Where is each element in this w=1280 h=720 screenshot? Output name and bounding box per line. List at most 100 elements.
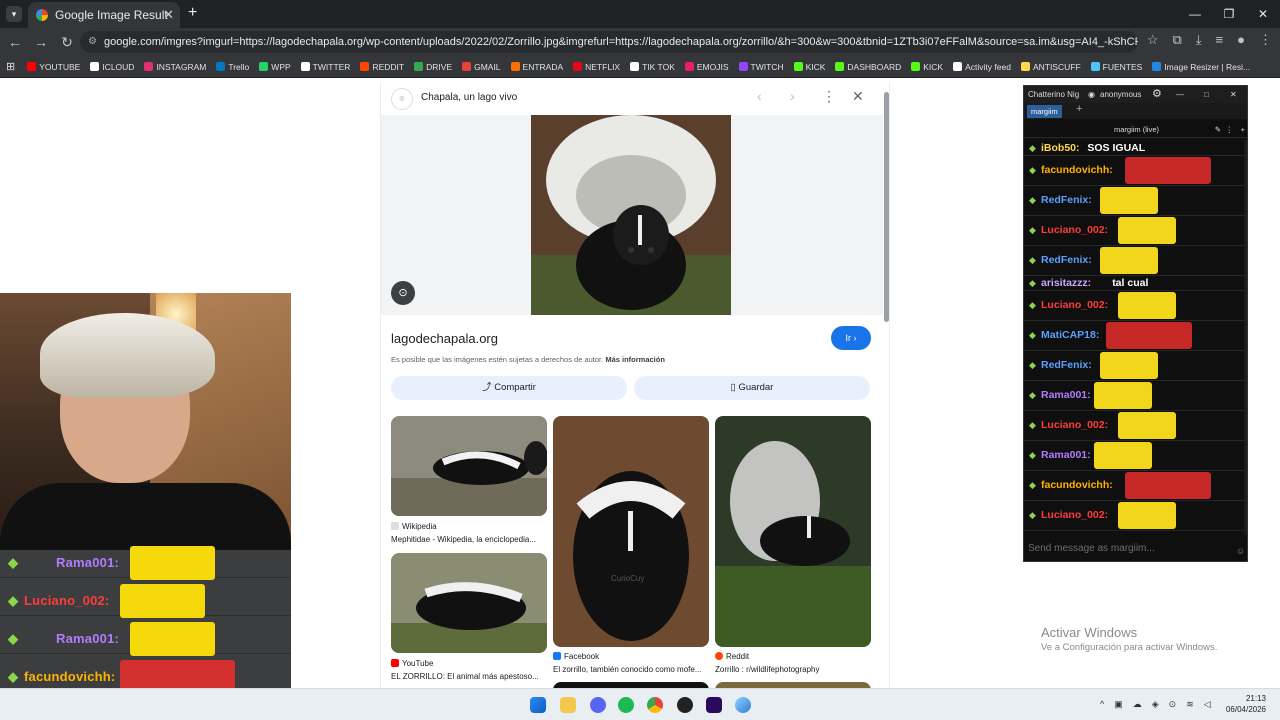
chatterino-user[interactable]: anonymous (1100, 86, 1141, 103)
chatterino-maximize-icon[interactable]: □ (1204, 86, 1209, 103)
skunk-main-image[interactable] (531, 115, 731, 315)
result-source-2[interactable]: Facebook (553, 652, 599, 661)
tray-mic-icon[interactable]: ⊙ (1169, 699, 1177, 710)
chat-username[interactable]: Luciano_002: (1041, 419, 1108, 431)
chat-username[interactable]: arisitazzz: (1041, 277, 1091, 289)
extensions-icon[interactable]: ⧉ (1173, 32, 1182, 48)
more-info-link[interactable]: Más información (605, 355, 665, 364)
spotify-icon[interactable] (618, 697, 634, 713)
close-window-icon[interactable]: ✕ (1246, 0, 1280, 28)
chat-username[interactable]: Luciano_002: (1041, 224, 1108, 236)
chat-message[interactable]: ◆ RedFenix: (1024, 186, 1245, 216)
result-source-3[interactable]: Reddit (715, 652, 749, 661)
chat-username[interactable]: facundovichh: (1041, 164, 1113, 176)
source-domain[interactable]: lagodechapala.org (391, 331, 498, 346)
bookmark-item[interactable]: INSTAGRAM (144, 62, 206, 72)
save-button[interactable]: ▯ Guardar (634, 376, 870, 400)
bookmark-star-icon[interactable]: ☆ (1147, 32, 1159, 48)
obs-icon[interactable] (677, 697, 693, 713)
tray-shield-icon[interactable]: ◈ (1152, 699, 1159, 710)
chat-message[interactable]: ◆ RedFenix: (1024, 246, 1245, 276)
chat-username[interactable]: MatiCAP18: (1041, 329, 1099, 341)
result-thumb-reddit[interactable] (715, 416, 871, 647)
download-icon[interactable]: ⤓ (1196, 32, 1202, 48)
go-to-site-button[interactable]: Ir › (831, 326, 871, 350)
add-tab-icon[interactable]: + (1076, 103, 1082, 115)
restore-icon[interactable]: ❐ (1212, 0, 1246, 28)
chat-username[interactable]: RedFenix: (1041, 359, 1092, 371)
chat-message[interactable]: ◆ Luciano_002: (1024, 216, 1245, 246)
bookmark-item[interactable]: GMAIL (462, 62, 501, 72)
chatterino-minimize-icon[interactable]: — (1176, 86, 1184, 103)
result-source-4[interactable]: YouTube (391, 659, 433, 668)
premiere-icon[interactable] (706, 697, 722, 713)
lens-search-icon[interactable]: ⊙ (391, 281, 415, 305)
bookmark-item[interactable]: REDDIT (360, 62, 404, 72)
chatterino-close-icon[interactable]: ✕ (1230, 86, 1237, 103)
result-desc-4[interactable]: EL ZORRILLO: El animal más apestoso... (391, 672, 547, 681)
address-bar[interactable]: ⚙ google.com/imgres?imgurl=https://lagod… (80, 31, 1138, 53)
chatterino-tab[interactable]: margiim (1027, 105, 1062, 118)
discord-icon[interactable] (590, 697, 606, 713)
bookmark-item[interactable]: NETFLIX (573, 62, 620, 72)
tray-cloud-icon[interactable]: ☁ (1133, 699, 1142, 710)
chat-message[interactable]: ◆ iBob50: SOS IGUAL (1024, 141, 1245, 156)
apps-grid-icon[interactable]: ⊞ (6, 60, 15, 73)
next-icon[interactable]: › (790, 88, 795, 104)
tray-wifi-icon[interactable]: ≋ (1186, 699, 1194, 710)
chrome-icon[interactable] (647, 697, 663, 713)
bookmark-item[interactable]: TWITTER (300, 62, 350, 72)
minimize-icon[interactable]: — (1178, 0, 1212, 28)
bookmark-item[interactable]: YOUTUBE (27, 62, 80, 72)
bookmark-item[interactable]: DRIVE (414, 62, 452, 72)
chat-username[interactable]: iBob50: (1041, 142, 1080, 154)
bookmark-item[interactable]: Image Resizer | Resi... (1152, 62, 1250, 72)
bookmark-item[interactable]: ENTRADA (510, 62, 563, 72)
close-tab-icon[interactable]: ✕ (163, 7, 174, 23)
file-explorer-icon[interactable] (560, 697, 576, 713)
new-tab-button[interactable]: + (188, 4, 197, 22)
bookmark-item[interactable]: Activity feed (953, 62, 1011, 72)
menu-icon[interactable]: ⋮ (1259, 32, 1272, 48)
bookmark-item[interactable]: KICK (911, 62, 943, 72)
result-thumb-facebook[interactable]: CurioCuy (553, 416, 709, 647)
add-split-icon[interactable]: + (1241, 122, 1245, 138)
chat-message[interactable]: ◆ facundovichh: (1024, 471, 1245, 501)
chat-username[interactable]: Luciano_002: (1041, 509, 1108, 521)
more-options-icon[interactable]: ⋮ (822, 88, 836, 105)
bookmark-item[interactable]: Trello (216, 62, 249, 72)
result-thumb-wikipedia[interactable] (391, 416, 547, 516)
bookmark-item[interactable]: TWITCH (738, 62, 784, 72)
settings-icon[interactable]: ⚙ (1152, 86, 1162, 103)
chat-message[interactable]: ◆ Luciano_002: (1024, 411, 1245, 441)
split-menu-icon[interactable]: ⋮ (1226, 122, 1234, 138)
reading-list-icon[interactable]: ≡ (1216, 32, 1224, 48)
bookmark-item[interactable]: ANTISCUFF (1020, 62, 1081, 72)
reload-icon[interactable]: ↻ (54, 34, 80, 51)
chat-message[interactable]: ◆ Luciano_002: (1024, 291, 1245, 321)
chat-username[interactable]: Rama001: (1041, 389, 1091, 401)
start-icon[interactable] (530, 697, 546, 713)
tray-expand-icon[interactable]: ^ (1100, 699, 1104, 710)
viewer-scroll-thumb[interactable] (884, 92, 889, 322)
forward-icon[interactable]: → (28, 34, 54, 50)
share-button[interactable]: ⤴ Compartir (391, 376, 627, 400)
result-desc-1[interactable]: Mephitidae - Wikipedia, la enciclopedia.… (391, 535, 547, 544)
bookmark-item[interactable]: WPP (259, 62, 291, 72)
chat-username[interactable]: Rama001: (1041, 449, 1091, 461)
result-thumb-youtube[interactable] (391, 553, 547, 653)
chat-message[interactable]: ◆ RedFenix: (1024, 351, 1245, 381)
tray-volume-icon[interactable]: ◁ (1204, 699, 1211, 710)
viewer-scrollbar[interactable] (884, 86, 889, 684)
chat-message[interactable]: ◆ arisitazzz: tal cual (1024, 276, 1245, 291)
tab-search-button[interactable]: ▾ (6, 6, 22, 22)
bookmark-item[interactable]: DASHBOARD (835, 62, 901, 72)
chat-message[interactable]: ◆ facundovichh: (1024, 156, 1245, 186)
chat-username[interactable]: RedFenix: (1041, 194, 1092, 206)
emote-picker-icon[interactable]: ☺ (1236, 546, 1245, 556)
back-icon[interactable]: ← (2, 34, 28, 50)
bookmark-item[interactable]: ICLOUD (90, 62, 134, 72)
bookmark-item[interactable]: FUENTES (1090, 62, 1142, 72)
browser-tab[interactable]: Google Image Result ✕ (28, 2, 180, 28)
bookmark-item[interactable]: TIK TOK (630, 62, 675, 72)
